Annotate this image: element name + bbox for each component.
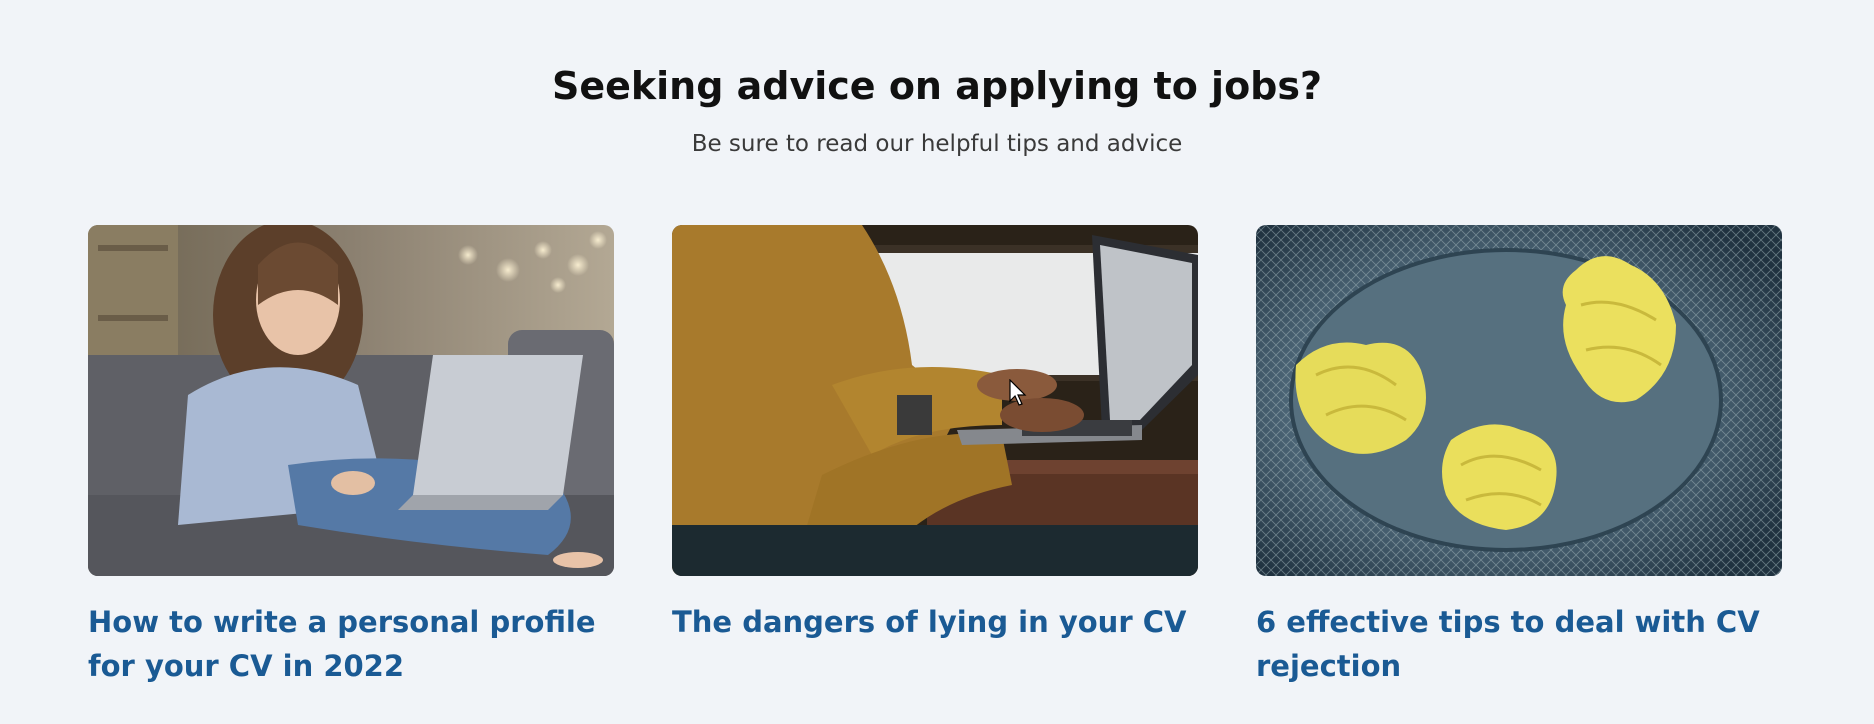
article-image-woman-laptop[interactable] [88, 225, 614, 576]
article-image-typing-laptop[interactable] [672, 225, 1198, 576]
section-subheading: Be sure to read our helpful tips and adv… [691, 131, 1183, 157]
article-image-crumpled-paper[interactable] [1256, 225, 1782, 576]
article-card-lying-cv[interactable]: The dangers of lying in your CV [672, 225, 1198, 644]
section-heading: Seeking advice on applying to jobs? [551, 64, 1323, 108]
article-link-cv-rejection[interactable]: 6 effective tips to deal with CV rejecti… [1256, 600, 1782, 688]
article-card-cv-rejection[interactable]: 6 effective tips to deal with CV rejecti… [1256, 225, 1782, 688]
mouse-cursor-icon [1009, 379, 1027, 406]
article-link-personal-profile[interactable]: How to write a personal profile for your… [88, 600, 614, 688]
article-link-lying-cv[interactable]: The dangers of lying in your CV [672, 600, 1198, 644]
article-card-personal-profile[interactable]: How to write a personal profile for your… [88, 225, 614, 688]
advice-section: Seeking advice on applying to jobs? Be s… [0, 0, 1874, 724]
